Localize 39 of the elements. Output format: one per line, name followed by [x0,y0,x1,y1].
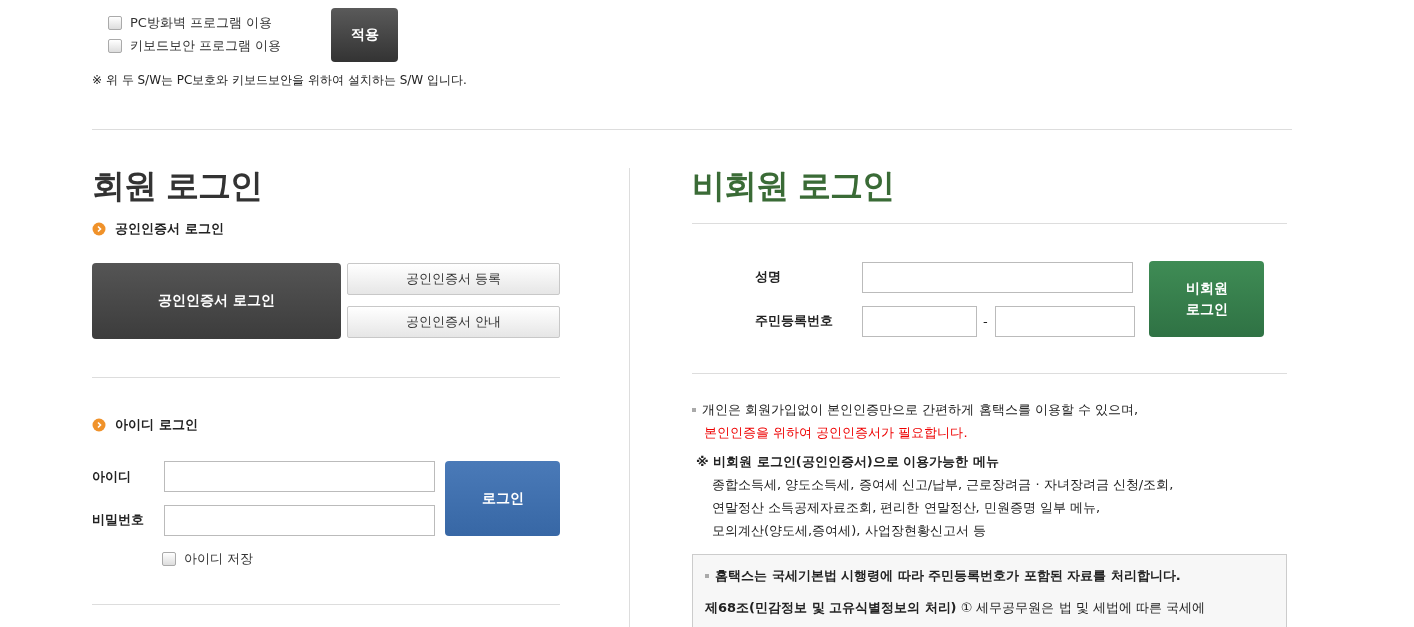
rrn-front-input-field[interactable] [862,305,977,337]
checkbox[interactable] [108,16,122,30]
field-label: 비밀번호 [92,511,145,530]
notice-text: ※ 위 두 S/W는 PC보호와 키보드보안을 위하여 설치하는 S/W 입니다. [92,72,468,89]
square-bullet-icon [692,408,696,412]
name-input-field[interactable] [862,261,1133,293]
law-text: 제68조(민감정보 및 고유식별정보의 처리) ① 세무공무원은 법 및 세법에 따른 국세에 [705,599,1207,617]
menu-list-text: 연말정산 소득공제자료조회, 편리한 연말정산, 민원증명 일부 메뉴, [712,499,1102,517]
checkbox[interactable] [108,39,122,53]
field-label: 주민등록번호 [755,312,834,330]
chevron-bullet-icon [92,222,106,236]
warning-text: 본인인증을 위하여 공인인증서가 필요합니다. [704,424,969,442]
menu-list-text: 종합소득세, 양도소득세, 증여세 신고/납부, 근로장려금 · 자녀장려금 신청/조회, [712,476,1175,494]
rrn-back-input-field[interactable] [995,305,1135,337]
password-input-field[interactable] [164,504,435,536]
checkbox-label: 아이디 저장 [184,550,254,568]
chevron-bullet-icon [92,418,106,432]
field-label: 아이디 [92,467,132,486]
cert-login-button[interactable]: 공인인증서 로그인 [92,263,341,339]
dash-separator: - [983,313,989,329]
id-input-field[interactable] [164,461,435,493]
checkbox-label: PC방화벽 프로그램 이용 [130,14,273,32]
square-bullet-icon [705,574,709,578]
section-title: 회원 로그인 [92,166,264,206]
subsection-heading: 아이디 로그인 [115,416,198,434]
guest-login-button[interactable]: 비회원 로그인 [1149,261,1264,337]
cert-guide-button[interactable]: 공인인증서 안내 [347,306,560,338]
field-label: 성명 [755,268,782,286]
notice-heading: 홈택스는 국세기본법 시행령에 따라 주민등록번호가 포함된 자료를 처리합니다. [715,567,1181,585]
apply-button[interactable]: 적용 [331,8,399,62]
login-button[interactable]: 로그인 [445,461,560,536]
info-text: 개인은 회원가입없이 본인인증만으로 간편하게 홈택스를 이용할 수 있으며, [702,401,1139,419]
subsection-heading: 공인인증서 로그인 [115,220,224,238]
menu-list-text: 모의계산(양도세,증여세), 사업장현황신고서 등 [712,522,987,540]
section-title: 비회원 로그인 [692,166,896,206]
menu-title: ※ 비회원 로그인(공인인증서)으로 이용가능한 메뉴 [696,453,1000,471]
checkbox[interactable] [162,552,176,566]
cert-register-button[interactable]: 공인인증서 등록 [347,263,560,295]
checkbox-label: 키보드보안 프로그램 이용 [130,37,282,55]
